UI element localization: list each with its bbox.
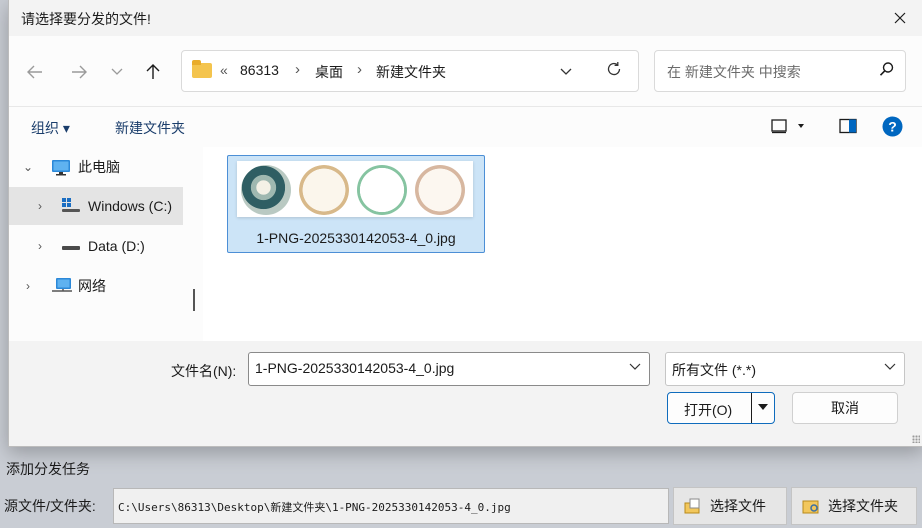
windows-drive-icon xyxy=(61,197,81,217)
sidebar-item-this-pc[interactable]: ⌄ 此电脑 xyxy=(9,148,183,186)
chevron-down-icon[interactable]: ⌄ xyxy=(23,160,33,174)
address-bar[interactable]: « 86313 › 桌面 › 新建文件夹 xyxy=(181,50,639,92)
search-placeholder: 在 新建文件夹 中搜索 xyxy=(667,64,801,80)
organize-menu[interactable]: 组织 ▾ xyxy=(31,118,70,138)
network-icon xyxy=(51,277,73,298)
file-thumbnail xyxy=(237,161,473,217)
thumbnail-circle xyxy=(299,165,349,215)
sidebar-item-label: Data (D:) xyxy=(88,238,145,254)
caret-down-icon xyxy=(758,404,768,410)
source-path-value: C:\Users\86313\Desktop\新建文件夹\1-PNG-20253… xyxy=(118,501,511,514)
filetype-value: 所有文件 (*.*) xyxy=(672,362,756,378)
chevron-down-icon xyxy=(884,360,896,374)
refresh-button[interactable] xyxy=(606,61,622,80)
sidebar-item-label: 网络 xyxy=(78,278,106,294)
dialog-titlebar: 请选择要分发的文件! xyxy=(9,0,922,36)
folder-icon xyxy=(192,60,212,78)
navigation-scrollbar[interactable] xyxy=(185,147,203,341)
command-bar: 组织 ▾ 新建文件夹 ? xyxy=(9,106,922,147)
thumbnail-circle xyxy=(357,165,407,215)
search-icon[interactable] xyxy=(879,61,895,80)
drive-icon xyxy=(61,240,81,256)
select-folder-button[interactable]: 选择文件夹 xyxy=(791,487,917,525)
help-icon: ? xyxy=(882,116,903,137)
breadcrumb-separator: › xyxy=(357,61,362,78)
sidebar-item-windows-c[interactable]: › Windows (C:) xyxy=(9,187,183,225)
breadcrumb-new-folder[interactable]: 新建文件夹 xyxy=(376,62,446,82)
resize-grip[interactable] xyxy=(912,435,920,443)
monitor-icon xyxy=(51,159,71,179)
preview-pane-button[interactable] xyxy=(839,118,857,137)
open-button[interactable]: 打开(O) xyxy=(667,392,775,424)
split-divider xyxy=(751,393,752,423)
file-list: 1-PNG-2025330142053-4_0.jpg xyxy=(203,147,922,341)
chevron-right-icon[interactable]: › xyxy=(35,239,45,253)
sidebar-item-label: Windows (C:) xyxy=(88,198,173,214)
close-button[interactable] xyxy=(877,0,922,36)
scrollbar-thumb[interactable] xyxy=(193,289,195,311)
close-icon xyxy=(894,12,906,24)
forward-button[interactable] xyxy=(65,58,93,86)
thumbnail-circle xyxy=(241,165,291,215)
filename-label: 文件名(N): xyxy=(171,363,237,379)
source-label: 源文件/文件夹: xyxy=(4,498,96,514)
open-dropdown-button[interactable] xyxy=(756,398,770,419)
chevron-down-icon[interactable] xyxy=(629,360,641,374)
select-file-label: 选择文件 xyxy=(710,498,766,514)
select-file-button[interactable]: 选择文件 xyxy=(673,487,787,525)
filename-field[interactable]: 1-PNG-2025330142053-4_0.jpg xyxy=(248,352,650,386)
view-icon xyxy=(771,119,804,134)
breadcrumb-separator: › xyxy=(295,61,300,78)
chevron-down-icon xyxy=(560,68,572,75)
help-button[interactable]: ? xyxy=(882,116,903,140)
folder-search-icon xyxy=(802,498,820,514)
dialog-title: 请选择要分发的文件! xyxy=(21,11,151,27)
view-options-button[interactable] xyxy=(771,118,805,137)
preview-pane-icon xyxy=(839,118,857,134)
recent-locations-button[interactable] xyxy=(103,58,131,86)
select-folder-label: 选择文件夹 xyxy=(828,498,898,514)
source-path-input[interactable]: C:\Users\86313\Desktop\新建文件夹\1-PNG-20253… xyxy=(113,488,669,524)
chevron-right-icon[interactable]: › xyxy=(35,199,45,213)
up-button[interactable] xyxy=(139,58,167,86)
breadcrumb-desktop[interactable]: 桌面 xyxy=(315,62,343,82)
breadcrumb-86313[interactable]: 86313 xyxy=(240,62,279,78)
svg-text:?: ? xyxy=(888,119,897,135)
back-arrow-icon xyxy=(27,65,42,79)
filename-value: 1-PNG-2025330142053-4_0.jpg xyxy=(255,360,455,376)
dialog-footer: 文件名(N): 1-PNG-2025330142053-4_0.jpg 所有文件… xyxy=(9,341,922,446)
address-dropdown-button[interactable] xyxy=(560,63,572,79)
group-title: 添加分发任务 xyxy=(6,461,90,477)
navigation-bar: « 86313 › 桌面 › 新建文件夹 在 新建文件夹 中搜索 xyxy=(9,36,922,106)
cancel-button[interactable]: 取消 xyxy=(792,392,898,424)
search-box[interactable]: 在 新建文件夹 中搜索 xyxy=(654,50,906,92)
sidebar-item-network[interactable]: › 网络 xyxy=(9,267,183,305)
sidebar-item-data-d[interactable]: › Data (D:) xyxy=(9,227,183,265)
file-icon xyxy=(684,498,702,514)
breadcrumb-overflow[interactable]: « xyxy=(220,62,228,78)
back-button[interactable] xyxy=(21,58,49,86)
navigation-pane: ⌄ 此电脑 › Windows (C:) › Data (D:) › 网络 xyxy=(9,147,185,341)
filetype-select[interactable]: 所有文件 (*.*) xyxy=(665,352,905,386)
thumbnail-circle xyxy=(415,165,465,215)
file-name-label: 1-PNG-2025330142053-4_0.jpg xyxy=(256,230,456,246)
file-open-dialog: 请选择要分发的文件! « 86313 › 桌面 › 新建文件夹 在 新建文件夹 … xyxy=(8,0,922,447)
refresh-icon xyxy=(607,62,621,76)
file-item[interactable]: 1-PNG-2025330142053-4_0.jpg xyxy=(227,155,485,253)
up-arrow-icon xyxy=(146,64,160,79)
chevron-down-icon xyxy=(111,68,123,75)
forward-arrow-icon xyxy=(72,65,87,79)
sidebar-item-label: 此电脑 xyxy=(78,159,120,175)
new-folder-button[interactable]: 新建文件夹 xyxy=(115,118,185,138)
open-button-label: 打开(O) xyxy=(684,402,733,418)
chevron-right-icon[interactable]: › xyxy=(23,279,33,293)
